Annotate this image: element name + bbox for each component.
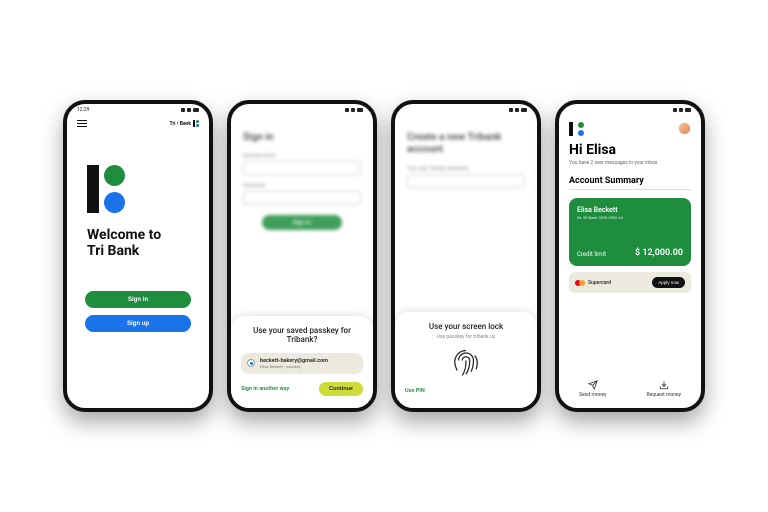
send-icon bbox=[588, 380, 598, 390]
apply-now-button[interactable]: Apply now bbox=[652, 277, 685, 288]
promo-brand: Supercard bbox=[588, 280, 611, 286]
request-icon bbox=[659, 380, 669, 390]
continue-button[interactable]: Continue bbox=[319, 382, 363, 396]
phone-dashboard: Hi Elisa You have 2 new messages in your… bbox=[555, 100, 705, 412]
promo-card: Supercard Apply now bbox=[569, 272, 691, 293]
use-pin-link[interactable]: Use PIN bbox=[405, 388, 425, 394]
greeting-sub: You have 2 new messages in your inbox. bbox=[569, 160, 691, 166]
welcome-title: Welcome to Tri Bank bbox=[67, 227, 209, 259]
phone-welcome: 12:29 Tri • Bank Welcome to Tri Bank Sig… bbox=[63, 100, 213, 412]
signin-button[interactable]: Sign in bbox=[85, 291, 191, 308]
status-bar: 12:29 bbox=[67, 104, 209, 116]
sheet-title: Use your screen lock bbox=[405, 322, 527, 332]
card-number: NL 99 Bank 0393 0902 44 bbox=[577, 215, 683, 220]
status-bar bbox=[395, 104, 537, 116]
account-card[interactable]: Elisa Beckett NL 99 Bank 0393 0902 44 Cr… bbox=[569, 198, 691, 266]
avatar[interactable] bbox=[678, 122, 691, 135]
radio-icon bbox=[247, 359, 255, 367]
status-bar bbox=[559, 104, 701, 116]
section-title: Account Summary bbox=[569, 176, 691, 186]
signup-button[interactable]: Sign up bbox=[85, 315, 191, 332]
brand-label: Tri • Bank bbox=[169, 120, 199, 127]
screenlock-sheet: Use your screen lock Use passkey for tri… bbox=[395, 312, 537, 408]
request-money-button[interactable]: Request money bbox=[647, 380, 681, 398]
status-time: 12:29 bbox=[77, 107, 89, 113]
sheet-subtitle: Use passkey for tribank.us bbox=[405, 334, 527, 340]
phone-screenlock: Create a new Tribank account Your new Tr… bbox=[391, 100, 541, 412]
credit-limit-label: Credit limit bbox=[577, 251, 606, 258]
credit-amount: $ 12,000.00 bbox=[635, 248, 683, 258]
greeting: Hi Elisa bbox=[569, 142, 691, 158]
menu-icon[interactable] bbox=[77, 120, 87, 127]
phone-passkey-prompt: Sign in Account name Password Sign in Us… bbox=[227, 100, 377, 412]
status-bar bbox=[231, 104, 373, 116]
signin-form-blurred: Sign in Account name Password Sign in bbox=[231, 116, 373, 230]
passkey-sheet: Use your saved passkey for Tribank? beck… bbox=[231, 316, 373, 408]
mastercard-icon bbox=[575, 280, 585, 286]
send-money-button[interactable]: Send money bbox=[579, 380, 606, 398]
another-way-link[interactable]: Sign in another way bbox=[241, 386, 289, 392]
sheet-title: Use your saved passkey for Tribank? bbox=[241, 326, 363, 345]
logo-icon bbox=[87, 165, 209, 213]
create-account-blurred: Create a new Tribank account Your new Tr… bbox=[395, 116, 537, 188]
passkey-account-chip[interactable]: beckett-bakery@gmail.com Elisa Beckett •… bbox=[241, 353, 363, 374]
fingerprint-icon[interactable] bbox=[451, 348, 481, 378]
logo-icon bbox=[193, 120, 199, 127]
account-sub: Elisa Beckett • passkey bbox=[260, 364, 328, 369]
card-holder: Elisa Beckett bbox=[577, 206, 683, 214]
logo-icon bbox=[569, 122, 584, 136]
